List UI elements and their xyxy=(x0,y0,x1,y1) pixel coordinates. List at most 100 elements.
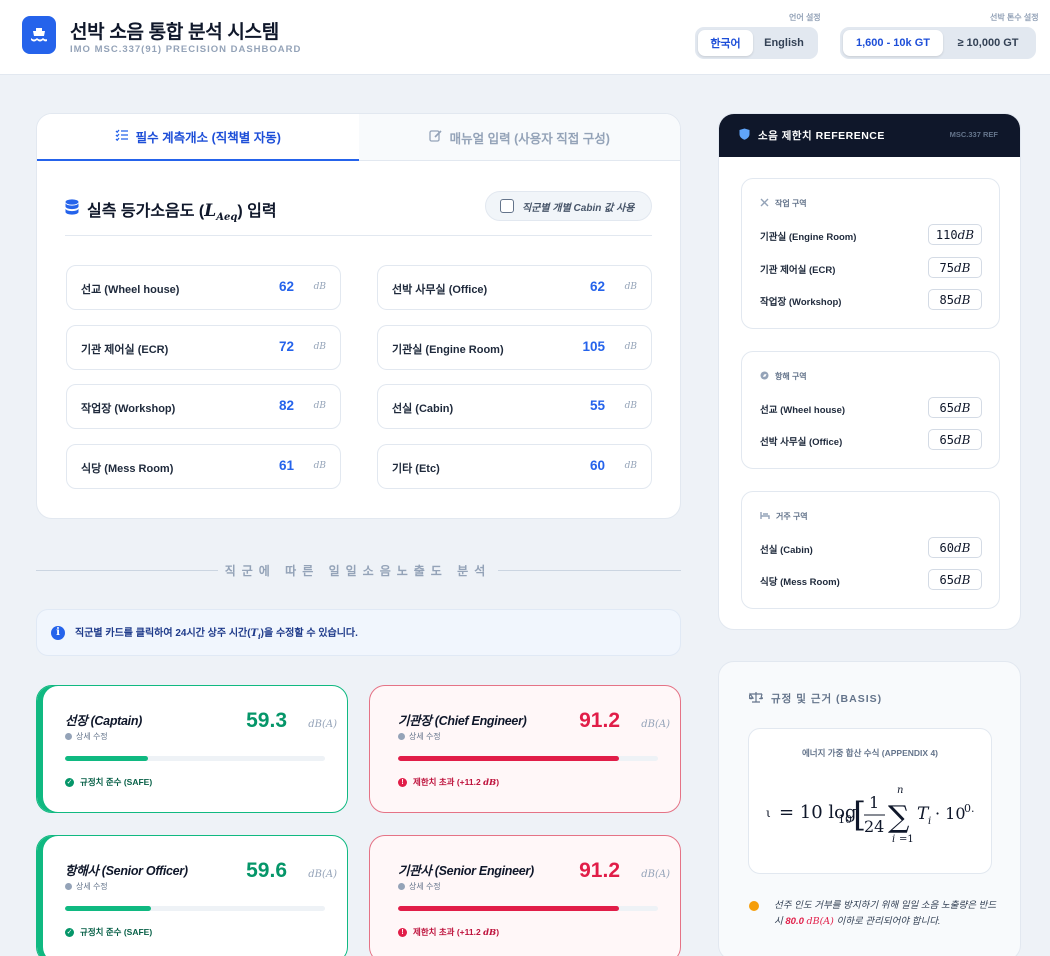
crew-progress-bar xyxy=(398,756,658,761)
group-navigation-zone: 항해 구역 선교 (Wheel house) 65 dB 선박 사무실 (Offic… xyxy=(741,351,1000,469)
svg-text:∑: ∑ xyxy=(888,800,910,835)
tab-required-points[interactable]: 필수 계측개소 (직책별 자동) xyxy=(37,114,359,161)
reference-title: 소음 제한치 REFERENCE xyxy=(758,130,885,142)
crew-card-senior-officer[interactable]: 항해사 (Senior Officer) 상세 수정 59.6 dB(A) ✓ 규… xyxy=(36,835,348,956)
crew-value: 91.2 xyxy=(579,709,620,732)
crew-unit: dB(A) xyxy=(308,719,337,730)
field-value[interactable]: 62 xyxy=(279,279,294,294)
tonnage-option-small[interactable]: 1,600 - 10k GT xyxy=(843,30,943,56)
crew-progress-fill xyxy=(398,906,619,911)
edit-dot-icon xyxy=(65,733,72,740)
field-value[interactable]: 105 xyxy=(582,339,605,354)
crew-value: 91.2 xyxy=(579,859,620,882)
svg-text:0.: 0. xyxy=(964,802,975,815)
field-value[interactable]: 62 xyxy=(590,279,605,294)
app-title: 선박 소음 통합 분석 시스템 xyxy=(70,22,279,43)
cabin-toggle-checkbox[interactable] xyxy=(500,199,514,213)
input-tabs: 필수 계측개소 (직책별 자동) 매뉴얼 입력 (사용자 직접 구성) xyxy=(37,114,680,161)
language-option-korean[interactable]: 한국어 xyxy=(698,30,753,56)
svg-text:24: 24 xyxy=(864,817,884,836)
crew-edit-link[interactable]: 상세 수정 xyxy=(65,881,108,892)
crew-status: ! 제한치 초과 (+11.2 dB) xyxy=(398,926,499,938)
crew-card-captain[interactable]: 선장 (Captain) 상세 수정 59.3 dB(A) ✓ 규정치 준수 (S… xyxy=(36,685,348,813)
crew-card-chief-engineer[interactable]: 기관장 (Chief Engineer) 상세 수정 91.2 dB(A) ! 제… xyxy=(369,685,681,813)
app-subtitle: IMO MSC.337(91) PRECISION DASHBOARD xyxy=(70,44,302,55)
reference-panel: 소음 제한치 REFERENCE MSC.337 REF 작업 구역 기관실 (… xyxy=(718,113,1021,630)
crew-unit: dB(A) xyxy=(641,869,670,880)
basis-note: 선주 인도 거부를 방지하기 위해 일일 소음 노출량은 반드시 80.0 dB… xyxy=(749,898,999,930)
crew-card-senior-engineer[interactable]: 기관사 (Senior Engineer) 상세 수정 91.2 dB(A) !… xyxy=(369,835,681,956)
group-living-zone: 거주 구역 선실 (Cabin) 60 dB 식당 (Mess Room) 65 dB xyxy=(741,491,1000,609)
check-icon: ✓ xyxy=(65,777,74,787)
crew-progress-bar xyxy=(65,756,325,761)
crew-edit-link[interactable]: 상세 수정 xyxy=(398,731,441,742)
info-banner: i 직군별 카드를 클릭하여 24시간 상주 시간(Ti)을 수정할 수 있습니… xyxy=(36,609,681,656)
svg-text:n: n xyxy=(897,785,903,796)
field-value[interactable]: 72 xyxy=(279,339,294,354)
tab-manual-input[interactable]: 매뉴얼 입력 (사용자 직접 구성) xyxy=(358,114,680,161)
compass-icon xyxy=(760,371,769,382)
tab-required-label: 필수 계측개소 (직책별 자동) xyxy=(135,131,281,145)
crew-unit: dB(A) xyxy=(308,869,337,880)
language-option-english[interactable]: English xyxy=(753,30,815,56)
crew-name: 기관장 (Chief Engineer) xyxy=(398,714,527,728)
crew-progress-fill xyxy=(65,906,151,911)
svg-text:=1: =1 xyxy=(899,834,914,845)
alert-icon: ! xyxy=(398,927,407,937)
ref-row: 식당 (Mess Room) 65 dB xyxy=(760,569,982,591)
svg-text:· 10: · 10 xyxy=(935,804,966,823)
field-wheel-house[interactable]: 선교 (Wheel house) 62 dB xyxy=(66,265,341,310)
crew-unit: dB(A) xyxy=(641,719,670,730)
crew-value: 59.3 xyxy=(246,709,287,732)
svg-text:1: 1 xyxy=(869,793,879,812)
tonnage-label: 선박 톤수 설정 xyxy=(990,13,1039,22)
cabin-toggle[interactable]: 직군별 개별 Cabin 값 사용 xyxy=(485,191,652,221)
crew-name: 기관사 (Senior Engineer) xyxy=(398,864,534,878)
field-cabin[interactable]: 선실 (Cabin) 55 dB xyxy=(377,384,652,429)
ref-row: 선박 사무실 (Office) 65 dB xyxy=(760,429,982,451)
field-etc[interactable]: 기타 (Etc) 60 dB xyxy=(377,444,652,489)
field-office[interactable]: 선박 사무실 (Office) 62 dB xyxy=(377,265,652,310)
basis-title: 규정 및 근거 (BASIS) xyxy=(771,693,883,705)
language-label: 언어 설정 xyxy=(789,13,821,22)
crew-status: ✓ 규정치 준수 (SAFE) xyxy=(65,927,153,937)
field-ecr[interactable]: 기관 제어실 (ECR) 72 dB xyxy=(66,325,341,370)
info-text: 직군별 카드를 클릭하여 24시간 상주 시간(Ti)을 수정할 수 있습니다. xyxy=(75,628,358,641)
reference-tag: MSC.337 REF xyxy=(949,130,998,139)
edit-dot-icon xyxy=(398,733,405,740)
database-icon xyxy=(65,199,79,221)
crew-status: ✓ 규정치 준수 (SAFE) xyxy=(65,777,153,787)
tab-manual-label: 매뉴얼 입력 (사용자 직접 구성) xyxy=(449,131,610,146)
crew-status: ! 제한치 초과 (+11.2 dB) xyxy=(398,776,499,788)
ref-row: 선실 (Cabin) 60 dB xyxy=(760,537,982,559)
crew-progress-bar xyxy=(65,906,325,911)
group-work-zone: 작업 구역 기관실 (Engine Room) 110 dB 기관 제어실 (ECR… xyxy=(741,178,1000,329)
bed-icon xyxy=(760,511,770,522)
tonnage-option-large[interactable]: ≥ 10,000 GT xyxy=(943,30,1033,56)
field-engine-room[interactable]: 기관실 (Engine Room) 105 dB xyxy=(377,325,652,370)
field-mess-room[interactable]: 식당 (Mess Room) 61 dB xyxy=(66,444,341,489)
field-value[interactable]: 82 xyxy=(279,398,294,413)
crew-value: 59.6 xyxy=(246,859,287,882)
alert-icon: ! xyxy=(398,777,407,787)
crew-edit-link[interactable]: 상세 수정 xyxy=(65,731,108,742)
formula-box: 에너지 가중 합산 수식 (APPENDIX 4) ι = 10 log 10 … xyxy=(748,728,992,874)
ref-row: 작업장 (Workshop) 85 dB xyxy=(760,289,982,311)
ref-row: 선교 (Wheel house) 65 dB xyxy=(760,397,982,419)
field-workshop[interactable]: 작업장 (Workshop) 82 dB xyxy=(66,384,341,429)
crew-edit-link[interactable]: 상세 수정 xyxy=(398,881,441,892)
edit-icon xyxy=(428,129,442,145)
basis-title-row: 규정 및 근거 (BASIS) xyxy=(748,691,883,706)
ref-row: 기관 제어실 (ECR) 75 dB xyxy=(760,257,982,279)
svg-text:i: i xyxy=(892,834,895,845)
crew-progress-fill xyxy=(398,756,619,761)
crew-progress-bar xyxy=(398,906,658,911)
field-value[interactable]: 61 xyxy=(279,458,294,473)
input-section-title: 실측 등가소음도 (LAeq) 입력 xyxy=(65,197,277,223)
tonnage-switch: 1,600 - 10k GT ≥ 10,000 GT xyxy=(840,27,1036,59)
field-value[interactable]: 55 xyxy=(590,398,605,413)
warning-dot-icon xyxy=(749,901,759,911)
check-icon: ✓ xyxy=(65,927,74,937)
crew-name: 선장 (Captain) xyxy=(65,714,143,728)
field-value[interactable]: 60 xyxy=(590,458,605,473)
